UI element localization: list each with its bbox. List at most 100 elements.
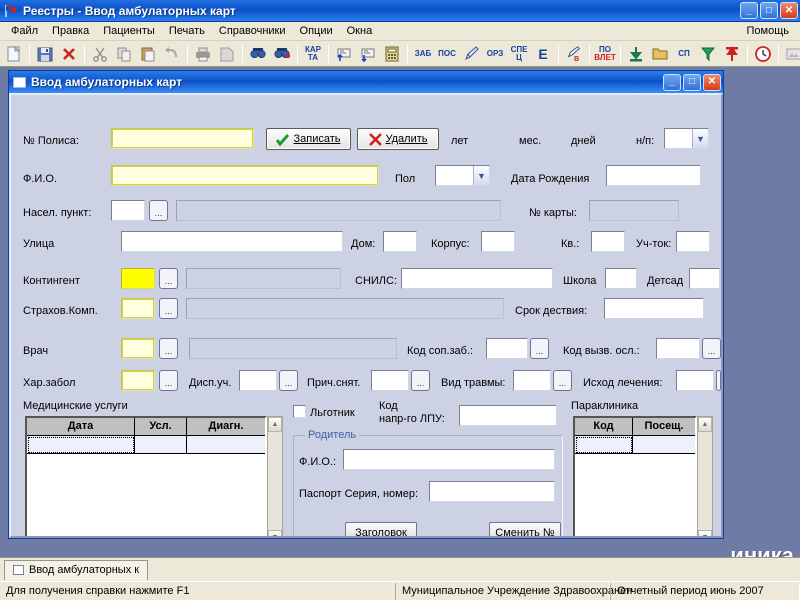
school-input[interactable] (605, 268, 637, 289)
scroll-up-arrow-icon[interactable]: ▲ (268, 417, 282, 432)
import-card-icon[interactable] (333, 43, 355, 65)
menu-windows[interactable]: Окна (340, 23, 380, 39)
services-cell-diagnosis[interactable] (187, 436, 265, 454)
scroll-down-arrow-icon[interactable]: ▼ (268, 530, 282, 538)
disease-char-input[interactable] (121, 370, 155, 391)
upload-icon[interactable] (721, 43, 743, 65)
code-call-browse-button[interactable]: ... (702, 338, 721, 359)
child-maximize-button[interactable]: □ (683, 74, 701, 91)
e-button[interactable]: Е (532, 43, 554, 65)
page-icon[interactable] (216, 43, 238, 65)
building-input[interactable] (481, 231, 515, 252)
cut-icon[interactable] (89, 43, 111, 65)
download-icon[interactable] (625, 43, 647, 65)
delete-icon[interactable] (58, 43, 80, 65)
save-record-button[interactable]: Записать (266, 128, 351, 150)
policy-number-input[interactable] (111, 128, 254, 149)
header-button[interactable]: Заголовок (345, 522, 417, 538)
birthdate-input[interactable] (606, 165, 701, 186)
pencil-icon[interactable] (460, 43, 482, 65)
zab-button[interactable]: ЗАБ (412, 43, 434, 65)
injury-type-input[interactable] (513, 370, 551, 391)
close-button[interactable]: ✕ (780, 2, 798, 19)
passport-input[interactable] (429, 481, 555, 502)
clock-icon[interactable] (752, 43, 774, 65)
settlement-browse-button[interactable]: ... (149, 200, 168, 221)
gender-dropdown[interactable]: ▼ (435, 165, 490, 186)
privileged-checkbox[interactable] (293, 405, 306, 418)
save-icon[interactable] (34, 43, 56, 65)
removal-reason-input[interactable] (371, 370, 409, 391)
pencil-v-icon[interactable]: В (563, 43, 585, 65)
mdi-tab-ambulatory-cards[interactable]: Ввод амбулаторных к (4, 560, 148, 580)
table-row[interactable] (27, 436, 265, 454)
paraclinic-scrollbar[interactable]: ▲ ▼ (697, 416, 713, 538)
menu-options[interactable]: Опции (293, 23, 340, 39)
doctor-browse-button[interactable]: ... (159, 338, 178, 359)
street-input[interactable] (121, 231, 343, 252)
find-next-icon[interactable] (271, 43, 293, 65)
np-dropdown[interactable]: ▼ (664, 128, 709, 149)
orz-button[interactable]: ОРЗ (484, 43, 506, 65)
insurance-browse-button[interactable]: ... (159, 298, 178, 319)
table-row[interactable] (575, 436, 695, 454)
services-cell-service[interactable] (135, 436, 187, 454)
paraclinic-grid[interactable]: Код Посещ. ▲ ▼ (573, 416, 713, 538)
validity-input[interactable] (604, 298, 704, 319)
child-minimize-button[interactable]: _ (663, 74, 681, 91)
filter-icon[interactable] (697, 43, 719, 65)
kindergarten-input[interactable] (689, 268, 720, 289)
code-assoc-input[interactable] (486, 338, 528, 359)
insurance-code-input[interactable] (121, 298, 155, 319)
code-assoc-browse-button[interactable]: ... (530, 338, 549, 359)
pos-button[interactable]: ПОС (436, 43, 458, 65)
chevron-down-icon[interactable]: ▼ (692, 129, 708, 148)
contingent-code-input[interactable] (121, 268, 155, 289)
pov-vlet-button[interactable]: ПО ВЛЕТ (594, 43, 616, 65)
injury-type-browse-button[interactable]: ... (553, 370, 572, 391)
undo-icon[interactable] (161, 43, 183, 65)
child-close-button[interactable]: ✕ (703, 74, 721, 91)
paraclinic-cell-visits[interactable] (633, 436, 695, 454)
print-icon[interactable] (192, 43, 214, 65)
new-document-icon[interactable] (3, 43, 25, 65)
copy-icon[interactable] (113, 43, 135, 65)
dispensary-input[interactable] (239, 370, 277, 391)
settlement-code-input[interactable] (111, 200, 145, 221)
scroll-down-arrow-icon[interactable]: ▼ (698, 530, 712, 538)
apartment-input[interactable] (591, 231, 625, 252)
services-grid[interactable]: Дата Усл. Диагн. ▲ ▼ (25, 416, 283, 538)
services-scrollbar[interactable]: ▲ ▼ (267, 416, 283, 538)
doctor-code-input[interactable] (121, 338, 155, 359)
karta-button[interactable]: КАР ТА (302, 43, 324, 65)
find-icon[interactable] (247, 43, 269, 65)
house-input[interactable] (383, 231, 417, 252)
export-card-icon[interactable] (357, 43, 379, 65)
menu-edit[interactable]: Правка (45, 23, 96, 39)
referral-code-input[interactable] (459, 405, 557, 426)
menu-file[interactable]: Файл (4, 23, 45, 39)
menu-print[interactable]: Печать (162, 23, 212, 39)
menu-help[interactable]: Помощь (740, 23, 797, 39)
parent-fio-input[interactable] (343, 449, 555, 470)
minimize-button[interactable]: _ (740, 2, 758, 19)
dispensary-browse-button[interactable]: ... (279, 370, 298, 391)
contingent-browse-button[interactable]: ... (159, 268, 178, 289)
treatment-outcome-browse-button[interactable] (716, 370, 721, 391)
fio-input[interactable] (111, 165, 379, 186)
chevron-down-icon[interactable]: ▼ (473, 166, 489, 185)
disease-char-browse-button[interactable]: ... (159, 370, 178, 391)
services-cell-date[interactable] (27, 436, 135, 454)
calculator-icon[interactable] (381, 43, 403, 65)
spec-button[interactable]: СПЕ Ц (508, 43, 530, 65)
menu-patients[interactable]: Пациенты (96, 23, 162, 39)
uchastok-input[interactable] (676, 231, 710, 252)
folder-icon[interactable] (649, 43, 671, 65)
maximize-button[interactable]: □ (760, 2, 778, 19)
sp-button[interactable]: СП (673, 43, 695, 65)
snils-input[interactable] (401, 268, 553, 289)
menu-references[interactable]: Справочники (212, 23, 293, 39)
removal-reason-browse-button[interactable]: ... (411, 370, 430, 391)
paraclinic-cell-code[interactable] (575, 436, 633, 454)
code-call-input[interactable] (656, 338, 700, 359)
